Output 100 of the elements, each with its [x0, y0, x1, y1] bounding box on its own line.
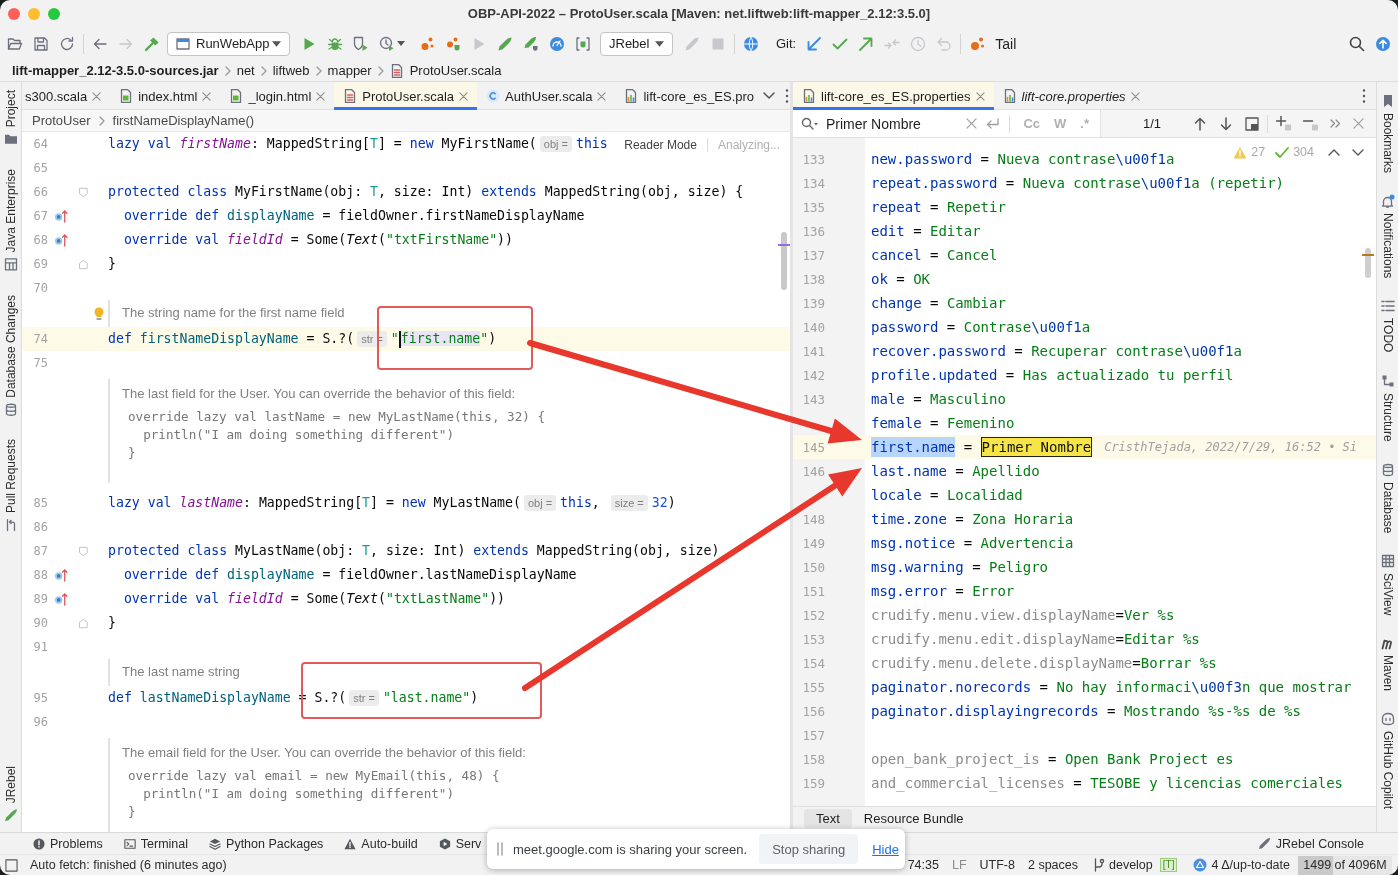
editor-tab[interactable]: lift-core_es_ES.pro [615, 82, 764, 110]
square-icon[interactable] [5, 858, 18, 872]
arrow-up-right-icon[interactable] [858, 35, 875, 52]
tool-window-button[interactable]: Maven [1380, 636, 1395, 692]
minimize-button[interactable] [28, 7, 40, 20]
warning-icon[interactable] [1233, 145, 1248, 159]
lightbulb-icon[interactable] [93, 307, 105, 320]
fold-icon[interactable] [78, 186, 89, 198]
status-message[interactable]: Auto fetch: finished (6 minutes ago) [30, 858, 227, 872]
tag-label[interactable]: [T] [1159, 858, 1178, 872]
tool-window-button[interactable]: Problems [33, 836, 103, 851]
close-button[interactable] [8, 7, 20, 20]
search-field[interactable]: Primer Nombre Cc W .* [793, 110, 1101, 137]
dots-badge-icon[interactable] [445, 35, 461, 52]
caret-icon[interactable] [397, 41, 405, 46]
leaf-badge-icon[interactable] [523, 35, 539, 52]
sync-icon[interactable] [59, 35, 75, 52]
fold-icon[interactable] [78, 617, 89, 629]
close-icon[interactable] [316, 91, 326, 101]
brackets-icon[interactable] [575, 35, 591, 52]
editor-mode-tab[interactable]: Text [804, 809, 852, 828]
circle-arrow-icon[interactable] [54, 568, 68, 582]
newline-icon[interactable] [985, 117, 1000, 130]
tool-window-button[interactable]: Notifications [1380, 194, 1395, 279]
scrollbar-thumb[interactable] [1365, 248, 1371, 278]
editor-tab[interactable]: lift-core.properties [993, 82, 1149, 110]
tool-window-button[interactable]: Bookmarks [1380, 94, 1395, 174]
clock-play-icon[interactable] [379, 35, 395, 52]
reader-mode-button[interactable]: Reader Mode [624, 138, 697, 152]
jrebel-dropdown[interactable]: JRebel [600, 31, 673, 56]
tool-window-button[interactable]: Python Packages [209, 836, 324, 851]
arrow-down-left-icon[interactable] [806, 35, 823, 52]
more-icon[interactable] [785, 88, 790, 103]
branch-icon[interactable] [1092, 858, 1105, 872]
indent-setting[interactable]: 2 spaces [1027, 858, 1078, 872]
editor-tab[interactable]: lift-core_es_ES.properties [793, 82, 994, 110]
hide-link[interactable]: Hide [872, 841, 899, 857]
editor-tab[interactable]: index.html [110, 82, 221, 110]
tool-window-button[interactable]: TODO [1380, 299, 1395, 353]
bug-icon[interactable] [327, 35, 343, 52]
editor-tab[interactable]: ProtoUser.scala [334, 82, 478, 110]
delta-icon[interactable] [1193, 858, 1208, 872]
run-configuration-dropdown[interactable]: RunWebApp [167, 31, 290, 56]
update-icon[interactable] [1375, 35, 1391, 52]
close-icon[interactable] [597, 91, 607, 101]
close-icon[interactable] [459, 91, 469, 101]
fold-icon[interactable] [78, 258, 89, 270]
select-occurrences-icon[interactable] [1245, 116, 1260, 131]
close-icon[interactable] [202, 91, 212, 101]
editor-tab[interactable]: _login.html [220, 82, 335, 110]
tool-window-button[interactable]: Auto-build [344, 836, 418, 851]
tail-button[interactable]: Tail [964, 35, 1017, 52]
chevron-down-icon[interactable] [763, 92, 776, 99]
vcs-status[interactable]: 4 Δ/up-to-date [1211, 858, 1290, 872]
chevron-down-icon[interactable] [1352, 148, 1364, 156]
close-icon[interactable] [1353, 118, 1365, 129]
breadcrumb-item[interactable]: net [236, 63, 255, 78]
git-branch[interactable]: develop [1109, 858, 1153, 872]
editor-tab[interactable]: s300.scala [22, 82, 111, 110]
tool-window-button[interactable]: Java Enterprise [3, 169, 18, 272]
circle-arrow-icon[interactable] [54, 233, 68, 247]
editor-mode-tab[interactable]: Resource Bundle [851, 809, 976, 828]
save-icon[interactable] [33, 35, 49, 52]
hammer-icon[interactable] [144, 35, 160, 52]
editor-tab[interactable]: AuthUser.scala [477, 82, 616, 110]
tool-window-button[interactable]: JRebel Console [1257, 836, 1364, 851]
clear-icon[interactable] [966, 118, 978, 129]
tool-window-button[interactable]: Terminal [123, 836, 189, 851]
breadcrumb-item[interactable]: firstNameDisplayName() [112, 113, 255, 128]
breadcrumb-item[interactable]: mapper [327, 63, 372, 78]
globe-icon[interactable] [743, 35, 759, 52]
circle-arrow-icon[interactable] [54, 209, 68, 223]
tool-window-button[interactable]: JRebel [3, 765, 18, 822]
scrollbar-thumb[interactable] [781, 232, 787, 290]
gauge-icon[interactable] [549, 35, 565, 52]
chevron-up-icon[interactable] [1328, 148, 1340, 156]
breadcrumb-item[interactable]: lift-mapper_2.12-3.5.0-sources.jar [12, 63, 219, 78]
breadcrumb-item[interactable]: ProtoUser.scala [409, 63, 502, 78]
plus-cursor-icon[interactable] [1276, 116, 1292, 131]
zoom-button[interactable] [48, 7, 60, 20]
tool-window-button[interactable]: GitHub Copilot [1380, 712, 1395, 810]
double-chevron-icon[interactable] [1330, 119, 1342, 128]
close-icon[interactable] [975, 91, 985, 101]
fold-icon[interactable] [78, 545, 89, 557]
search-icon[interactable] [1349, 35, 1365, 52]
dots-icon[interactable] [419, 35, 435, 52]
leaf-icon[interactable] [497, 35, 513, 52]
memory-indicator[interactable]: 1499 of 4096M [1298, 855, 1392, 875]
tool-window-button[interactable]: Project [3, 90, 18, 147]
shield-play-icon[interactable] [353, 35, 369, 52]
circle-arrow-icon[interactable] [54, 592, 68, 606]
folder-icon[interactable] [7, 35, 23, 52]
close-icon[interactable] [92, 91, 102, 101]
arrow-up-icon[interactable] [1193, 116, 1208, 131]
caret-position[interactable]: 74:35 [907, 858, 939, 872]
check-icon[interactable] [1275, 145, 1290, 159]
tool-window-button[interactable]: Pull Requests [3, 439, 18, 533]
tool-window-button[interactable]: Serv [438, 836, 482, 851]
breadcrumb-item[interactable]: ProtoUser [32, 113, 91, 128]
stop-sharing-button[interactable]: Stop sharing [759, 834, 859, 864]
